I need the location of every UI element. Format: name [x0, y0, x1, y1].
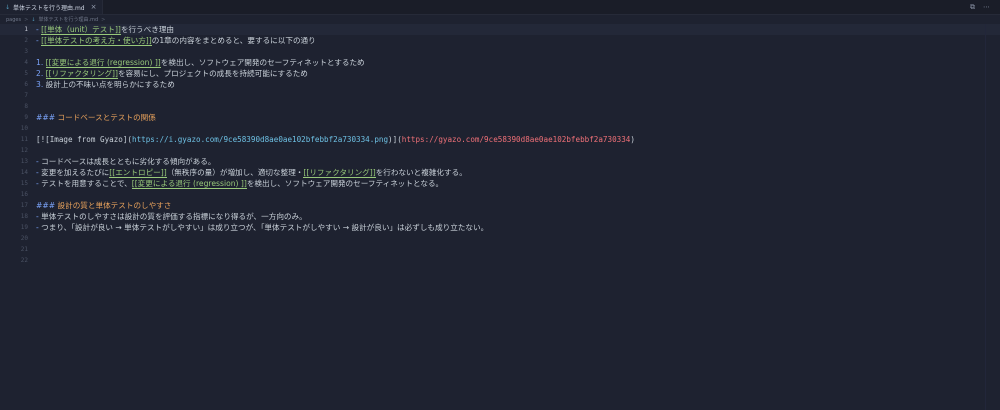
- editor-line[interactable]: 13 - コードベースは成長とともに劣化する傾向がある。: [0, 156, 1000, 167]
- close-icon[interactable]: ×: [91, 3, 97, 11]
- wiki-link[interactable]: [[リファクタリング]]: [303, 168, 376, 178]
- heading-marker: ###: [36, 113, 58, 122]
- tab-title: 単体テストを行う理由.md: [13, 4, 85, 12]
- line-number: 16: [20, 191, 28, 198]
- breadcrumb-separator: >: [24, 16, 29, 23]
- wiki-link[interactable]: [[単体テストの考え方・使い方]]: [41, 36, 152, 46]
- line-number: 15: [20, 180, 28, 187]
- tab-bar: ↓ 単体テストを行う理由.md × ⧉ ⋯: [0, 0, 1000, 15]
- line-text: を検出し、ソフトウェア開発のセーフティネットとなる。: [246, 179, 444, 188]
- editor-line[interactable]: 11 [![Image from Gyazo](https://i.gyazo.…: [0, 134, 1000, 145]
- line-number: 6: [24, 81, 28, 88]
- wiki-link[interactable]: [[変更による退行 (regression) ]]: [131, 179, 247, 189]
- line-number: 18: [20, 213, 28, 220]
- line-number: 5: [24, 70, 28, 77]
- editor-line[interactable]: 2 - [[単体テストの考え方・使い方]]の1章の内容をまとめると、要するに以下…: [0, 35, 1000, 46]
- line-number: 20: [20, 235, 28, 242]
- split-editor-icon[interactable]: ⧉: [970, 3, 975, 12]
- wiki-link[interactable]: [[リファクタリング]]: [45, 69, 118, 79]
- image-syntax: )](: [388, 135, 402, 144]
- editor-line[interactable]: 10: [0, 123, 1000, 134]
- line-number: 2: [24, 37, 28, 44]
- line-number: 9: [24, 114, 28, 121]
- editor-line[interactable]: 7: [0, 90, 1000, 101]
- list-number: 3.: [36, 80, 46, 89]
- editor-line[interactable]: 3: [0, 46, 1000, 57]
- line-number: 7: [24, 92, 28, 99]
- line-number: 12: [20, 147, 28, 154]
- markdown-icon: ↓: [5, 3, 11, 11]
- line-number: 8: [24, 103, 28, 110]
- editor-tab[interactable]: ↓ 単体テストを行う理由.md ×: [0, 0, 104, 14]
- scrollbar-track[interactable]: [985, 24, 986, 410]
- line-text: テストを用意することで、: [41, 179, 132, 188]
- line-text: 変更を加えるたびに: [41, 168, 110, 177]
- editor-line[interactable]: 20: [0, 233, 1000, 244]
- line-text: を行わないと複雑化する。: [375, 168, 467, 177]
- editor-line[interactable]: 4 1. [[変更による退行 (regression) ]]を検出し、ソフトウェ…: [0, 57, 1000, 68]
- editor-area[interactable]: 1 - [[単体（unit）テスト]]を行うべき理由 2 - [[単体テストの考…: [0, 24, 1000, 410]
- line-number: 13: [20, 158, 28, 165]
- line-number: 10: [20, 125, 28, 132]
- line-number: 3: [24, 48, 28, 55]
- editor-line[interactable]: 15 - テストを用意することで、[[変更による退行 (regression) …: [0, 178, 1000, 189]
- editor-line[interactable]: 16: [0, 189, 1000, 200]
- image-syntax: [![Image from Gyazo](: [36, 135, 133, 144]
- list-number: 2.: [36, 69, 46, 78]
- editor-line[interactable]: 14 - 変更を加えるたびに[[エントロピー]]（無秩序の量）が増加し、適切な整…: [0, 167, 1000, 178]
- editor-line[interactable]: 18 - 単体テストのしやすさは設計の質を評価する指標になり得るが、一方向のみ。: [0, 211, 1000, 222]
- line-number: 21: [20, 246, 28, 253]
- image-syntax: ): [630, 135, 635, 144]
- line-number: 14: [20, 169, 28, 176]
- heading-text: コードベースとテストの関係: [57, 113, 156, 122]
- line-number: 17: [20, 202, 28, 209]
- line-text: の1章の内容をまとめると、要するに以下の通り: [151, 36, 316, 45]
- line-text: コードベースは成長とともに劣化する傾向がある。: [41, 157, 216, 166]
- editor-line[interactable]: 9 ### コードベースとテストの関係: [0, 112, 1000, 123]
- image-url[interactable]: https://i.gyazo.com/9ce58390d8ae0ae102bf…: [132, 135, 388, 144]
- line-text: 設計上の不味い点を明らかにするため: [45, 80, 175, 89]
- line-number: 11: [20, 136, 28, 143]
- line-number: 1: [24, 26, 28, 33]
- breadcrumb-separator: >: [101, 16, 106, 23]
- editor-line[interactable]: 5 2. [[リファクタリング]]を容易にし、プロジェクトの成長を持続可能にする…: [0, 68, 1000, 79]
- line-text: を行うべき理由: [120, 25, 175, 34]
- editor-line[interactable]: 19 - つまり、「設計が良い → 単体テストがしやすい」は成り立つが、「単体テ…: [0, 222, 1000, 233]
- line-text: を容易にし、プロジェクトの成長を持続可能にするため: [117, 69, 308, 78]
- markdown-icon: ↓: [31, 16, 36, 23]
- more-actions-icon[interactable]: ⋯: [983, 3, 990, 11]
- wiki-link[interactable]: [[変更による退行 (regression) ]]: [45, 58, 161, 68]
- heading-marker: ###: [36, 201, 58, 210]
- editor-line[interactable]: 8: [0, 101, 1000, 112]
- breadcrumb-folder[interactable]: pages: [6, 17, 21, 23]
- line-text: を検出し、ソフトウェア開発のセーフティネットとするため: [160, 58, 365, 67]
- line-text: 単体テストのしやすさは設計の質を評価する指標になり得るが、一方向のみ。: [41, 212, 307, 221]
- editor-line[interactable]: 12: [0, 145, 1000, 156]
- editor-actions: ⧉ ⋯: [970, 0, 1000, 14]
- editor-line[interactable]: 1 - [[単体（unit）テスト]]を行うべき理由: [0, 24, 1000, 35]
- line-number: 4: [24, 59, 28, 66]
- wiki-link[interactable]: [[エントロピー]]: [109, 168, 167, 178]
- line-number: 22: [20, 257, 28, 264]
- editor-line[interactable]: 17 ### 設計の質と単体テストのしやすさ: [0, 200, 1000, 211]
- editor-line[interactable]: 22: [0, 255, 1000, 266]
- line-number: 19: [20, 224, 28, 231]
- line-text: つまり、「設計が良い → 単体テストがしやすい」は成り立つが、「単体テストがしや…: [41, 223, 489, 232]
- breadcrumb: pages > ↓ 単体テストを行う理由.md >: [0, 15, 1000, 24]
- wiki-link[interactable]: [[単体（unit）テスト]]: [41, 25, 121, 35]
- editor-line[interactable]: 6 3. 設計上の不味い点を明らかにするため: [0, 79, 1000, 90]
- link-url[interactable]: https://gyazo.com/9ce58390d8ae0ae102bfeb…: [401, 135, 631, 144]
- breadcrumb-file[interactable]: 単体テストを行う理由.md: [39, 16, 99, 23]
- editor-line[interactable]: 21: [0, 244, 1000, 255]
- heading-text: 設計の質と単体テストのしやすさ: [57, 201, 172, 210]
- list-number: 1.: [36, 58, 46, 67]
- line-text: （無秩序の量）が増加し、適切な整理・: [166, 168, 304, 177]
